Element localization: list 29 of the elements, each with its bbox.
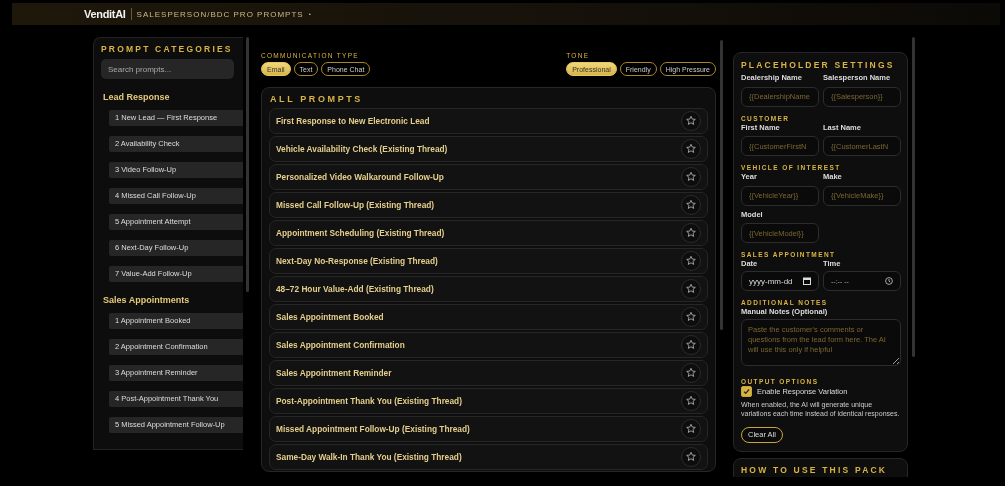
panel-title: PROMPT CATEGORIES xyxy=(101,44,234,54)
prompt-row[interactable]: Missed Call Follow-Up (Existing Thread) xyxy=(269,192,708,218)
prompt-row[interactable]: Sales Appointment Confirmation xyxy=(269,332,708,358)
prompt-row[interactable]: Next-Day No-Response (Existing Thread) xyxy=(269,248,708,274)
prompt-row[interactable]: Personalized Video Walkaround Follow-Up xyxy=(269,164,708,190)
prompt-row[interactable]: Appointment Scheduling (Existing Thread) xyxy=(269,220,708,246)
panel-title: ALL PROMPTS xyxy=(270,94,364,104)
prompt-row[interactable]: Sales Appointment Reminder xyxy=(269,360,708,386)
date-field[interactable]: yyyy-mm-dd xyxy=(741,271,819,291)
category-heading: Sales Appointments xyxy=(103,295,191,305)
scrollbar[interactable] xyxy=(246,37,249,292)
calendar-icon[interactable] xyxy=(803,277,811,285)
panel-title: HOW TO USE THIS PACK xyxy=(741,464,889,475)
search-field[interactable]: Search prompts... xyxy=(101,59,234,79)
prompt-row[interactable]: Vehicle Availability Check (Existing Thread) xyxy=(269,136,708,162)
panel-title: PLACEHOLDER SETTINGS xyxy=(741,60,896,70)
scrollbar[interactable] xyxy=(912,37,915,357)
prompt-row[interactable]: 48–72 Hour Value-Add (Existing Thread) xyxy=(269,276,708,302)
checkbox[interactable] xyxy=(741,386,752,397)
page-title: SALESPERSON/BDC PRO PROMPTS xyxy=(136,9,304,19)
scrollbar[interactable] xyxy=(720,40,723,330)
category-heading: Lead Response xyxy=(103,92,171,102)
clock-icon[interactable] xyxy=(885,277,893,285)
prompt-row[interactable]: Post-Appointment Thank You (Existing Thread) xyxy=(269,388,708,414)
prompt-row[interactable]: Sales Appointment Booked xyxy=(269,304,708,330)
prompt-row[interactable]: First Response to New Electronic Lead xyxy=(269,108,708,134)
prompt-row[interactable]: Same-Day Walk-In Thank You (Existing Thread) xyxy=(269,444,708,470)
prompt-row[interactable]: Missed Appointment Follow-Up (Existing Thread) xyxy=(269,416,708,442)
brand-logo: VenditAI xyxy=(84,8,126,20)
